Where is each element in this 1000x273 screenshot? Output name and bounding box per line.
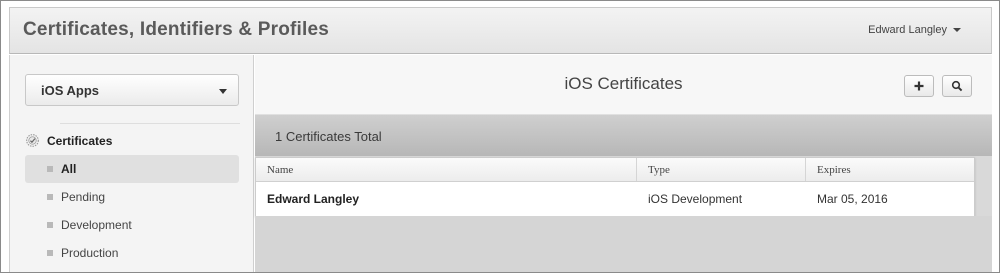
- column-header-expires[interactable]: Expires: [806, 158, 974, 181]
- main-header: iOS Certificates: [255, 55, 992, 115]
- platform-select-value: iOS Apps: [41, 83, 100, 98]
- add-button[interactable]: [904, 75, 934, 97]
- sidebar-item-development[interactable]: Development: [25, 211, 239, 239]
- bullet-icon: [47, 166, 53, 172]
- sidebar: iOS Apps Certificates All Pending Develo…: [9, 55, 254, 272]
- total-bar: 1 Certificates Total: [255, 115, 992, 156]
- table-row[interactable]: Edward Langley iOS Development Mar 05, 2…: [256, 182, 974, 216]
- table-header: Name Type Expires: [256, 158, 974, 182]
- sidebar-item-label: Production: [61, 246, 119, 260]
- column-header-name[interactable]: Name: [256, 158, 637, 181]
- page-title: Certificates, Identifiers & Profiles: [23, 19, 330, 40]
- main-title: iOS Certificates: [564, 74, 683, 93]
- cell-type: iOS Development: [648, 192, 743, 206]
- sidebar-nav: All Pending Development Production: [25, 155, 239, 267]
- total-count: 1 Certificates Total: [275, 129, 382, 144]
- bullet-icon: [47, 194, 53, 200]
- column-header-type[interactable]: Type: [637, 158, 806, 181]
- sidebar-item-label: Development: [61, 218, 132, 232]
- sidebar-section-label: Certificates: [47, 133, 113, 148]
- platform-select[interactable]: iOS Apps: [25, 74, 239, 106]
- search-icon: [951, 80, 963, 92]
- app-window: Certificates, Identifiers & Profiles Edw…: [0, 0, 1000, 273]
- top-header: Certificates, Identifiers & Profiles Edw…: [9, 7, 992, 54]
- empty-area: [255, 216, 992, 272]
- sidebar-divider: [60, 123, 240, 124]
- bullet-icon: [47, 222, 53, 228]
- sidebar-section-certificates[interactable]: Certificates: [25, 133, 112, 148]
- cell-expires: Mar 05, 2016: [817, 192, 888, 206]
- caret-down-icon: [953, 28, 961, 32]
- sidebar-item-label: Pending: [61, 190, 106, 204]
- certificate-icon: [26, 134, 39, 147]
- chevron-down-icon: [219, 89, 227, 94]
- plus-icon: [914, 81, 924, 91]
- certificates-table: Name Type Expires Edward Langley iOS Dev…: [255, 157, 975, 217]
- sidebar-item-production[interactable]: Production: [25, 239, 239, 267]
- sidebar-item-label: All: [61, 162, 77, 176]
- main-content: iOS Certificates 1 Certificates Total Na…: [255, 55, 992, 272]
- sidebar-item-all[interactable]: All: [25, 155, 239, 183]
- bullet-icon: [47, 250, 53, 256]
- cell-name: Edward Langley: [267, 192, 360, 206]
- sidebar-item-pending[interactable]: Pending: [25, 183, 239, 211]
- user-menu[interactable]: Edward Langley: [868, 24, 961, 36]
- search-button[interactable]: [942, 75, 972, 97]
- user-name: Edward Langley: [868, 24, 947, 36]
